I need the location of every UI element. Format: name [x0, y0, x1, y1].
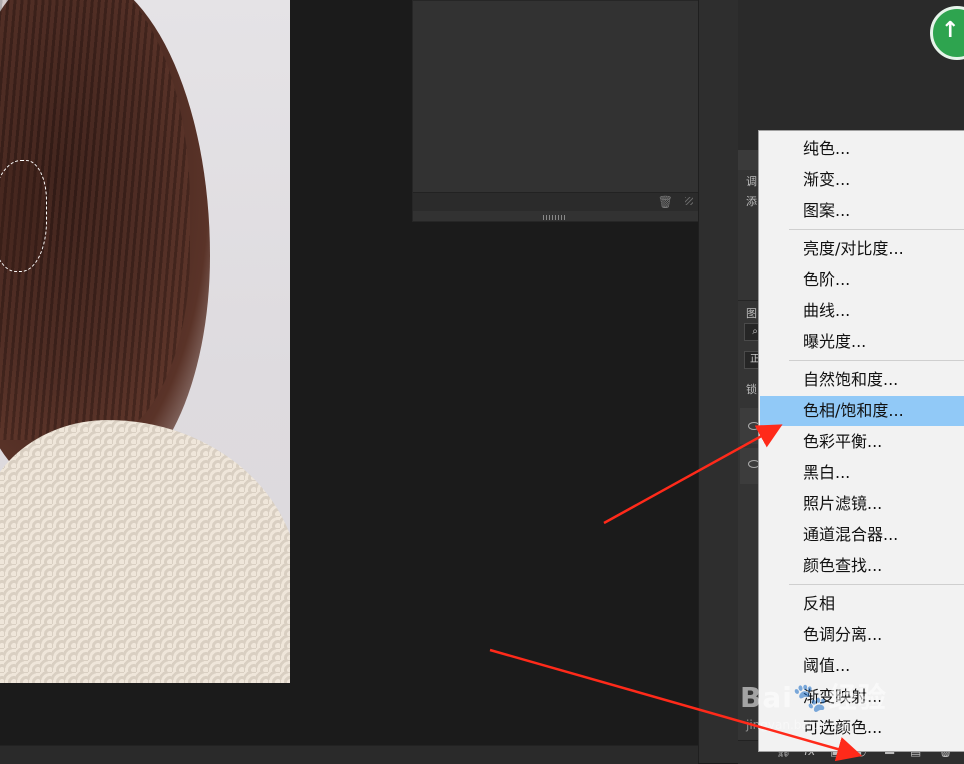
adjustment-layer-menu: 纯色... 渐变... 图案... 亮度/对比度... 色阶... 曲线... … [758, 130, 964, 752]
layers-label: 图 [746, 307, 757, 320]
menu-item-channel-mixer[interactable]: 通道混合器... [760, 520, 964, 550]
menu-item-curves[interactable]: 曲线... [760, 296, 964, 326]
menu-item-black-white[interactable]: 黑白... [760, 458, 964, 488]
selection-marquee[interactable] [0, 160, 47, 272]
menu-separator [789, 584, 964, 585]
menu-item-levels[interactable]: 色阶... [760, 265, 964, 295]
menu-item-gradient[interactable]: 渐变... [760, 165, 964, 195]
menu-item-hue-saturation[interactable]: 色相/饱和度... [760, 396, 964, 426]
document-photo[interactable] [0, 0, 290, 683]
top-panel: 🗑 [412, 0, 700, 222]
menu-item-exposure[interactable]: 曝光度... [760, 327, 964, 357]
adjustments-hint: 添 [746, 195, 757, 208]
status-bar [0, 745, 698, 764]
adjustments-label: 调 [746, 175, 757, 188]
top-panel-footer: 🗑 [413, 192, 699, 211]
menu-item-solid-color[interactable]: 纯色... [760, 134, 964, 164]
lock-label: 锁 [746, 383, 757, 396]
sweater-region [0, 420, 290, 683]
menu-item-pattern[interactable]: 图案... [760, 196, 964, 226]
menu-item-color-lookup[interactable]: 颜色查找... [760, 551, 964, 581]
panel-dock-strip [698, 0, 739, 763]
menu-item-brightness-contrast[interactable]: 亮度/对比度... [760, 234, 964, 264]
menu-item-photo-filter[interactable]: 照片滤镜... [760, 489, 964, 519]
watermark-logo: Bai🐾经验 [740, 676, 887, 716]
watermark-brand-cn: 经验 [828, 681, 887, 714]
resize-grip-icon[interactable] [685, 197, 693, 205]
green-badge-icon: ↑ [930, 6, 964, 60]
watermark-url: jingyan.baidu.com [746, 718, 857, 732]
trash-icon[interactable]: 🗑 [658, 195, 673, 209]
panel-resize-handle[interactable] [543, 215, 565, 220]
menu-item-color-balance[interactable]: 色彩平衡... [760, 427, 964, 457]
menu-separator [789, 360, 964, 361]
menu-item-posterize[interactable]: 色调分离... [760, 620, 964, 650]
menu-item-invert[interactable]: 反相 [760, 589, 964, 619]
menu-item-vibrance[interactable]: 自然饱和度... [760, 365, 964, 395]
watermark-paw-icon: 🐾 [792, 681, 829, 714]
watermark-brand: Bai [740, 681, 793, 714]
search-icon: ⌕ [752, 326, 758, 337]
menu-separator [789, 229, 964, 230]
